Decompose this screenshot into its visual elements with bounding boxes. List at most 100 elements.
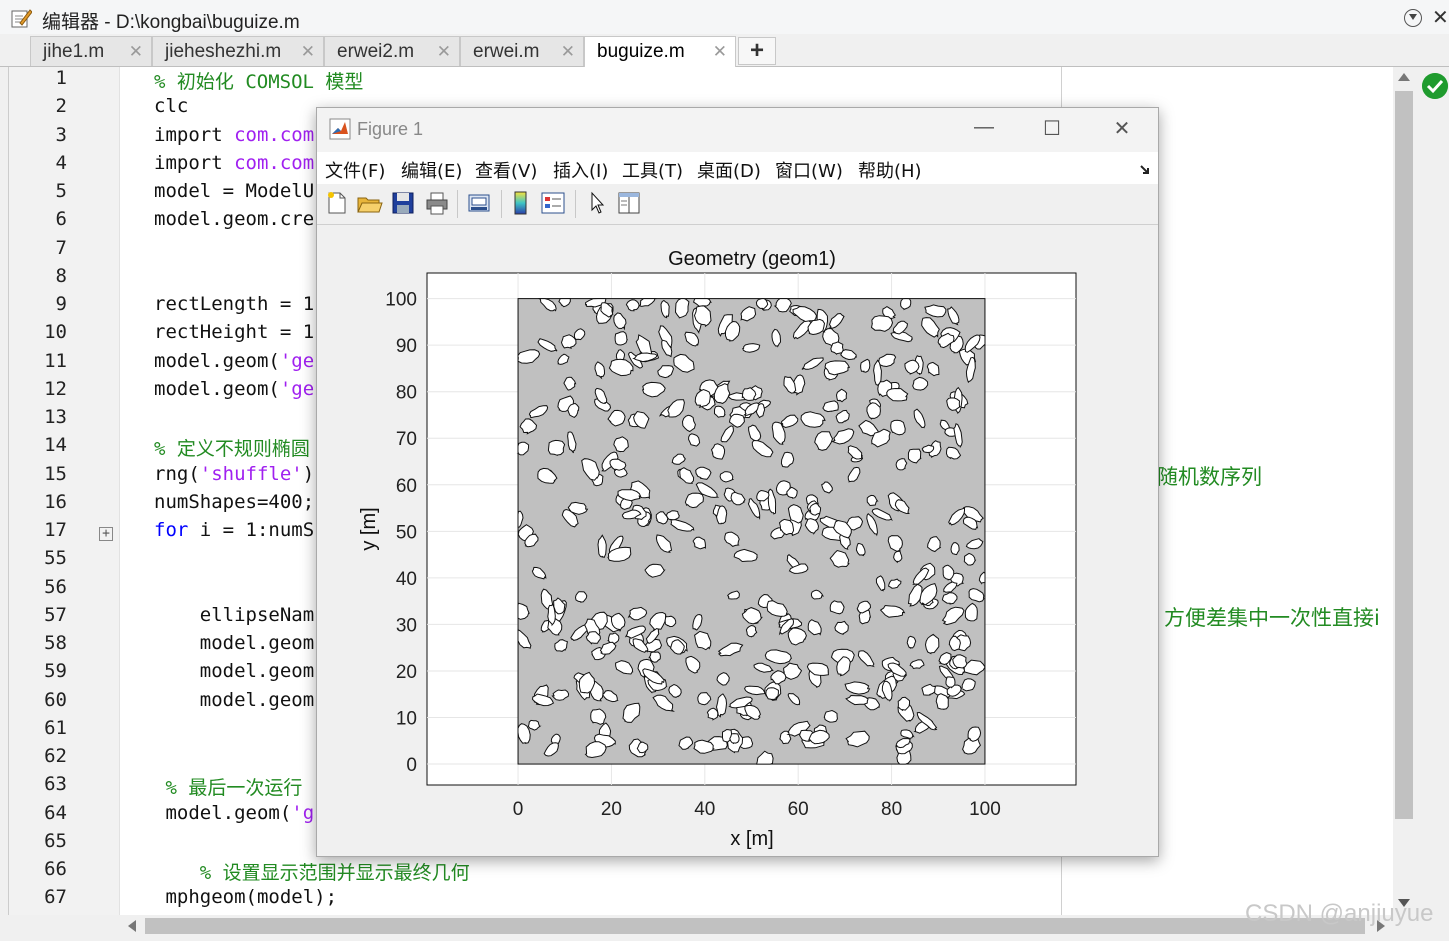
code-line[interactable]: import com.com [154,124,314,146]
code-line[interactable]: model.geom [200,632,314,654]
code-line[interactable]: numShapes=400; [154,491,314,513]
code-line[interactable]: import com.com [154,152,314,174]
code-line[interactable]: clc [154,95,188,117]
menu-insert[interactable]: 插入(I) [553,157,608,183]
line-number: 66 [44,858,67,880]
line-number: 59 [44,660,67,683]
code-line[interactable]: rectLength = 1 [154,293,314,315]
dock-arrow-icon[interactable] [1139,164,1151,176]
tab-close-icon[interactable]: ✕ [129,42,143,62]
new-figure-icon[interactable] [323,189,351,217]
ellipse-shape [706,707,719,721]
menu-help[interactable]: 帮助(H) [858,157,922,183]
code-token: model.geom [199,660,315,683]
code-line[interactable]: model = ModelU [154,180,314,202]
line-number: 5 [55,180,67,202]
scroll-thumb[interactable] [1395,91,1413,819]
tab-close-icon[interactable]: ✕ [561,42,575,62]
code-token: model.geom( [154,377,280,400]
vertical-scrollbar[interactable] [1393,67,1415,915]
legend-icon[interactable] [539,189,567,217]
y-tick-label: 10 [396,709,417,730]
tab-close-icon[interactable]: ✕ [301,42,315,62]
code-line[interactable]: mphgeom(model); [165,886,337,908]
menu-view[interactable]: 查看(V) [475,157,537,183]
code-line[interactable]: model.geom [200,660,314,682]
code-line[interactable]: model.geom('ge [154,378,314,400]
line-number: 57 [44,603,67,626]
code-token: model.geom.cre [154,208,315,231]
ellipse-shape [719,471,735,483]
code-token: rectLength = 1 [154,293,315,315]
property-editor-icon[interactable] [615,189,643,217]
figure-canvas[interactable]: Geometry (geom1) 0 20 40 60 80 100 0 10 20 30 40 50… [317,225,1158,856]
editor-title: 编辑器 - D:\kongbai\buguize.m [42,12,300,33]
print-preview-icon[interactable] [465,189,493,217]
new-tab-button[interactable]: + [738,37,776,65]
figure-window[interactable]: Figure 1 — ☐ ✕ 文件(F) 编辑(E) 查看(V) 插入(I) 工… [316,107,1159,857]
maximize-icon[interactable]: ☐ [1037,116,1067,142]
ellipse-shape [823,709,838,723]
y-axis-label: y [m] [358,507,380,550]
toolbar-separator [501,190,502,218]
code-line[interactable]: rng('shuffle') [154,463,314,485]
tab-jieheshezhi[interactable]: jieheshezhi.m ✕ [152,36,324,66]
tab-close-icon[interactable]: ✕ [437,42,451,62]
x-tick-label: 20 [601,799,622,820]
ellipse-shape [890,419,906,436]
ellipse-shape [829,600,845,615]
ellipse-shape [950,542,960,556]
menu-tools[interactable]: 工具(T) [622,157,683,183]
open-icon[interactable] [355,189,383,217]
figure-title-bar[interactable]: Figure 1 — ☐ ✕ [317,108,1158,152]
tab-jihe1[interactable]: jihe1.m ✕ [30,36,152,66]
menu-window[interactable]: 窗口(W) [775,157,843,183]
tab-label: erwei2.m [337,41,415,62]
scroll-left-icon[interactable] [128,920,136,932]
save-icon[interactable] [389,189,417,217]
expand-fold-icon[interactable]: + [99,527,113,541]
code-line[interactable]: rectHeight = 1 [154,321,314,343]
tab-buguize[interactable]: buguize.m ✕ [584,36,736,68]
tab-close-icon[interactable]: ✕ [713,42,727,62]
code-token: % 最后一次运行 [165,777,303,800]
code-line[interactable]: model.geom('ge [154,350,314,372]
code-line[interactable]: % 初始化 COMSOL 模型 [154,67,363,94]
code-analyzer-ok-icon[interactable] [1422,73,1448,99]
code-line[interactable]: model.geom [200,689,314,711]
code-line[interactable]: model.geom.cre [154,208,314,230]
code-line[interactable]: model.geom('g [165,802,314,824]
y-tick-label: 20 [396,662,417,683]
print-icon[interactable] [423,189,451,217]
editor-title-bar: 编辑器 - D:\kongbai\buguize.m ✕ [0,0,1449,35]
close-icon[interactable]: ✕ [1107,116,1137,142]
figure-menu-bar: 文件(F) 编辑(E) 查看(V) 插入(I) 工具(T) 桌面(D) 窗口(W… [317,152,1158,185]
line-number: 8 [55,264,67,287]
close-editor-icon[interactable]: ✕ [1432,5,1449,30]
tab-erwei2[interactable]: erwei2.m ✕ [324,36,460,66]
minimize-icon[interactable]: — [969,116,999,142]
code-token: rng( [154,462,200,485]
code-token: % 初始化 COMSOL 模型 [154,71,364,93]
code-line[interactable]: % 设置显示范围并显示最终几何 [200,858,470,885]
edit-plot-icon[interactable] [583,189,611,217]
code-line[interactable]: % 最后一次运行 [165,773,302,800]
colorbar-icon[interactable] [507,189,535,217]
horizontal-scrollbar[interactable] [120,915,1393,937]
tab-erwei[interactable]: erwei.m ✕ [460,36,584,66]
collapse-toolstrip-icon[interactable] [1404,9,1422,27]
menu-desktop[interactable]: 桌面(D) [697,157,761,183]
code-token: mphgeom(model); [165,886,338,909]
scroll-up-icon[interactable] [1398,73,1410,81]
line-number: 67 [44,886,67,909]
code-token: 'shuffle' [199,462,303,485]
code-line[interactable]: for i = 1:numS [154,519,314,541]
code-line[interactable]: ellipseNam [200,604,314,626]
scroll-thumb[interactable] [145,918,1365,934]
ellipse-shape [870,315,894,332]
y-tick-label: 30 [396,615,417,636]
menu-edit[interactable]: 编辑(E) [401,157,462,183]
geometry-plot[interactable]: Geometry (geom1) 0 20 40 60 80 100 0 10 20 30 40 50… [317,225,1158,856]
menu-file[interactable]: 文件(F) [325,157,385,183]
code-line[interactable]: % 定义不规则椭圆 [154,434,310,461]
